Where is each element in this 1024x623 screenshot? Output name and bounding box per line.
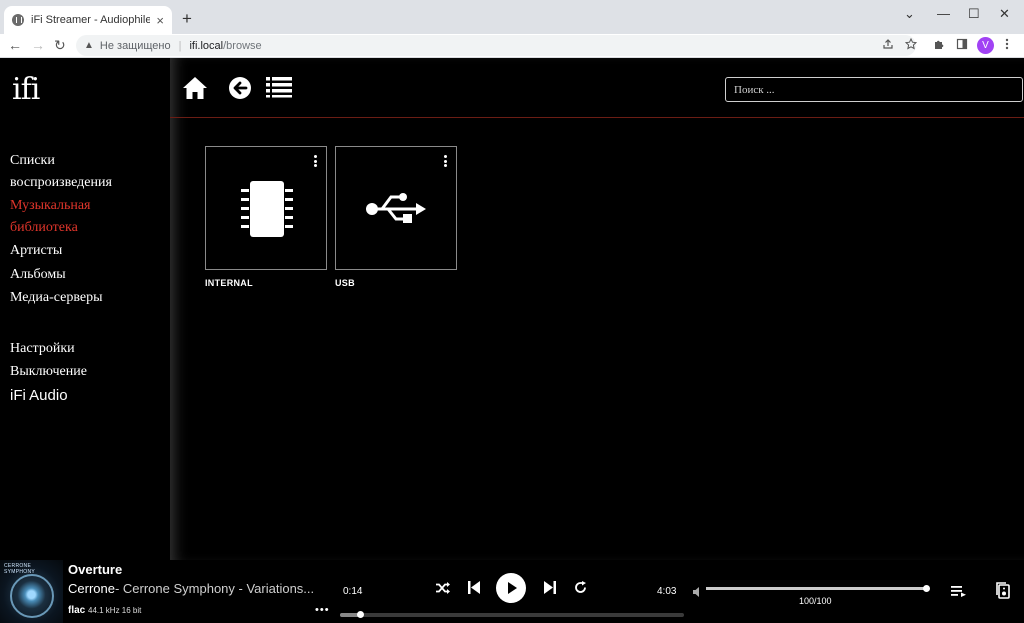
sidebar-item-settings[interactable]: Настройки [10, 338, 160, 360]
side-panel-icon[interactable] [956, 38, 968, 53]
chip-icon [241, 181, 293, 237]
sidebar-menu: Списки воспроизведения Музыкальная библи… [10, 150, 160, 408]
new-tab-button[interactable]: + [182, 9, 192, 29]
tab-close-icon[interactable]: × [156, 13, 164, 28]
search-input[interactable] [725, 77, 1023, 102]
tile-menu-icon[interactable] [444, 155, 448, 169]
window-close-button[interactable]: ✕ [999, 6, 1010, 22]
ifi-logo[interactable]: ifi [12, 72, 40, 107]
home-icon[interactable] [182, 76, 210, 102]
track-format: flac [68, 605, 86, 616]
forward-button[interactable]: → [31, 37, 45, 53]
source-tile-internal[interactable] [205, 146, 327, 270]
track-title: Overture [68, 562, 123, 577]
track-artist-album: Cerrone- Cerrone Symphony - Variations..… [68, 581, 328, 596]
list-view-icon[interactable] [266, 76, 294, 102]
app-root: ifi Списки воспроизведения Музыкальная б… [0, 58, 1024, 623]
volume-handle[interactable] [923, 585, 930, 592]
sidebar: ifi Списки воспроизведения Музыкальная б… [0, 58, 170, 560]
volume-slider[interactable] [706, 585, 930, 592]
next-track-icon[interactable] [544, 581, 556, 599]
track-artist: Cerrone [68, 581, 115, 596]
track-sample-rate: 44.1 kHz 16 bit [88, 606, 142, 615]
browser-tab[interactable]: iFi Streamer - Audiophile Music Pl × [4, 6, 172, 34]
seek-bar[interactable] [340, 611, 684, 618]
track-more-icon[interactable]: ••• [315, 604, 330, 616]
play-button[interactable] [496, 573, 526, 603]
tab-title: iFi Streamer - Audiophile Music Pl [31, 14, 151, 26]
usb-icon [366, 193, 426, 223]
url-separator: | [178, 39, 182, 52]
sidebar-item-music-library[interactable]: Музыкальная библиотека [10, 195, 160, 238]
browser-toolbar: ← → ↻ ▲ Не защищено | ifi.local/browse V [0, 34, 1024, 58]
warning-icon[interactable]: ▲ [84, 40, 94, 51]
share-icon[interactable] [882, 38, 894, 53]
url-host: ifi.local [189, 39, 224, 52]
queue-icon[interactable] [951, 584, 967, 602]
profile-avatar[interactable]: V [977, 37, 994, 54]
security-label[interactable]: Не защищено [100, 40, 171, 52]
sidebar-item-albums[interactable]: Альбомы [10, 264, 160, 286]
sidebar-item-playlists[interactable]: Списки воспроизведения [10, 150, 160, 193]
volume-icon[interactable] [693, 584, 701, 602]
track-album: - Cerrone Symphony - Variations... [114, 581, 315, 596]
window-minimize-button[interactable]: — [937, 6, 950, 21]
browser-menu-icon[interactable] [1005, 38, 1009, 53]
elapsed-time: 0:14 [343, 586, 363, 597]
volume-fill [706, 587, 928, 590]
back-button[interactable]: ← [8, 37, 22, 53]
sidebar-item-media-servers[interactable]: Медиа-серверы [10, 287, 160, 309]
tab-search-icon[interactable]: ⌄ [904, 6, 915, 22]
back-arrow-icon[interactable] [228, 76, 256, 102]
sidebar-item-shutdown[interactable]: Выключение [10, 361, 160, 383]
source-label-usb[interactable]: USB [335, 278, 355, 288]
output-device-icon[interactable] [996, 582, 1010, 604]
sidebar-item-ifi-audio[interactable]: iFi Audio [10, 385, 160, 407]
volume-value: 100/100 [799, 596, 832, 606]
source-label-internal[interactable]: INTERNAL [205, 278, 253, 288]
sidebar-item-artists[interactable]: Артисты [10, 240, 160, 262]
player-bar: CERRONE SYMPHONY Overture Cerrone- Cerro… [0, 560, 1024, 623]
tile-menu-icon[interactable] [314, 155, 318, 169]
extensions-icon[interactable] [933, 38, 945, 53]
reload-button[interactable]: ↻ [54, 37, 66, 54]
repeat-icon[interactable] [574, 581, 587, 599]
favicon-icon [12, 14, 24, 26]
window-maximize-button[interactable]: ☐ [968, 6, 980, 22]
previous-track-icon[interactable] [468, 581, 480, 599]
browser-tab-strip: iFi Streamer - Audiophile Music Pl × + ⌄… [0, 0, 1024, 34]
total-time: 4:03 [657, 586, 677, 597]
source-tile-usb[interactable] [335, 146, 457, 270]
bookmark-star-icon[interactable] [904, 37, 918, 53]
address-bar[interactable]: ▲ Не защищено | ifi.local/browse [76, 35, 916, 56]
url-path: /browse [223, 39, 262, 52]
shuffle-icon[interactable] [436, 581, 450, 599]
browse-panel: INTERNAL USB [170, 58, 1024, 560]
browse-toolbar [170, 58, 1024, 118]
seek-bar-handle[interactable] [356, 611, 364, 618]
album-cover[interactable]: CERRONE SYMPHONY [0, 560, 63, 623]
